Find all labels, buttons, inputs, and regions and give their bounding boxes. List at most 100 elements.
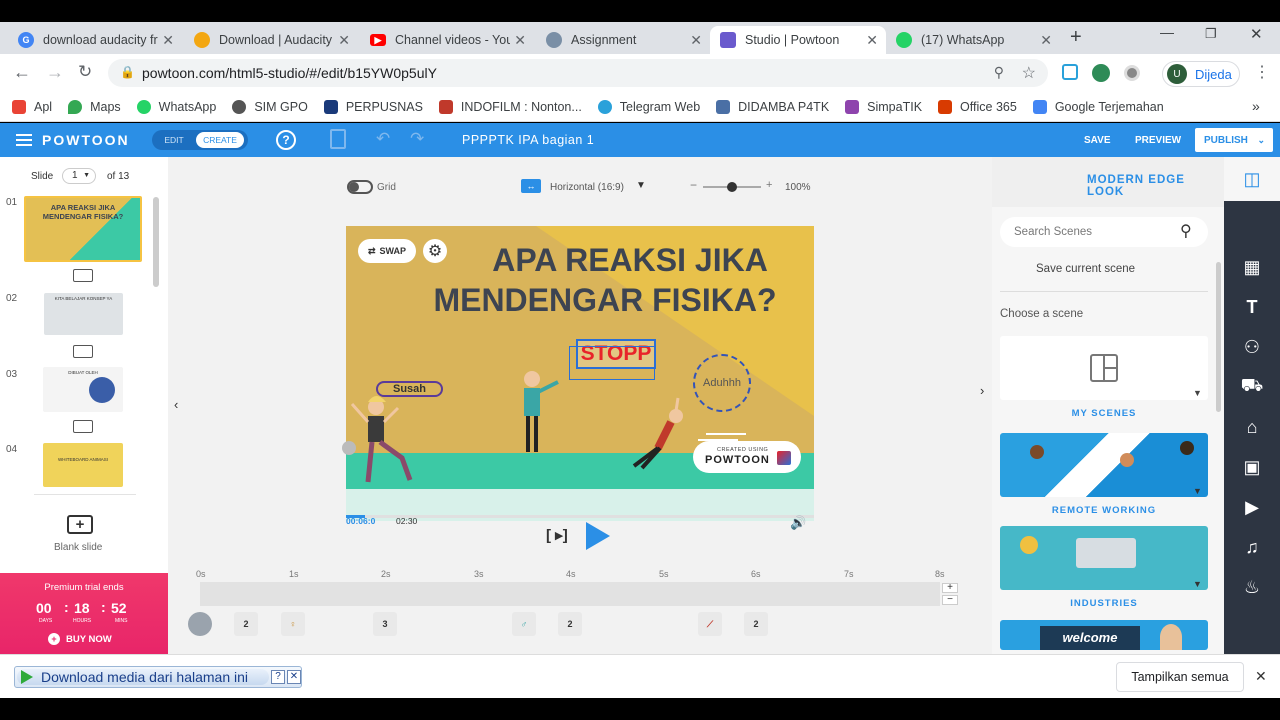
restore-button[interactable]: ❐ (1205, 26, 1217, 42)
close-icon[interactable]: ✕ (866, 32, 878, 49)
zoom-out-icon[interactable]: − (690, 178, 697, 192)
timeline-item-character[interactable]: ♀ (281, 612, 305, 636)
hamburger-menu-icon[interactable] (16, 134, 32, 146)
slide-thumbnail-2[interactable]: KITA BELAJAR KONSEP YA (44, 293, 123, 335)
slide-selector[interactable]: 1 ▼ (62, 168, 96, 184)
back-icon[interactable]: ← (13, 62, 31, 83)
publish-button[interactable]: PUBLISH ⌄ (1195, 128, 1273, 152)
forward-icon[interactable]: → (46, 62, 64, 83)
notes-icon[interactable] (330, 129, 346, 149)
play-icon[interactable] (586, 522, 610, 550)
close-icon[interactable]: ✕ (162, 32, 174, 49)
timeline-item[interactable]: 2 (744, 612, 768, 636)
zoom-slider[interactable] (703, 182, 761, 192)
characters-tool-icon[interactable]: ⚇ (1224, 327, 1280, 367)
scene-card-remote-working[interactable]: ▼ (1000, 433, 1208, 497)
slide-transition-icon[interactable] (73, 345, 93, 358)
bookmark-apps[interactable]: Apl (12, 99, 52, 114)
slide-transition-icon[interactable] (73, 420, 93, 433)
timeline-track[interactable] (200, 582, 940, 606)
play-slide-icon[interactable]: [ ▸] (546, 526, 568, 544)
timeline-item-character[interactable]: ♂ (512, 612, 536, 636)
save-button[interactable]: SAVE (1084, 135, 1111, 146)
kebab-menu-icon[interactable]: ⋮ (1254, 62, 1270, 82)
search-icon[interactable]: ⚲ (1180, 221, 1192, 241)
specials-tool-icon[interactable]: ♨ (1224, 567, 1280, 607)
bookmark-indofilm[interactable]: INDOFILM : Nonton... (438, 99, 582, 114)
close-icon[interactable]: ✕ (514, 32, 526, 49)
help-icon[interactable]: ? (271, 670, 285, 684)
slide-thumbnail-3[interactable]: DIBUAT OLEH (43, 367, 123, 412)
timeline-item-background[interactable] (188, 612, 212, 636)
timeline-zoom-out-button[interactable]: − (942, 595, 958, 605)
collapse-right-icon[interactable]: › (980, 383, 984, 398)
music-tool-icon[interactable]: ♫ (1224, 527, 1280, 567)
show-all-button[interactable]: Tampilkan semua (1116, 662, 1244, 692)
project-title[interactable]: PPPPTK IPA bagian 1 (462, 133, 594, 147)
mode-toggle[interactable]: EDIT CREATE (152, 130, 248, 150)
slide-transition-icon[interactable] (73, 269, 93, 282)
preview-button[interactable]: PREVIEW (1135, 135, 1181, 146)
redo-icon[interactable]: ↷ (410, 129, 424, 149)
scene-card-welcome[interactable]: welcome (1000, 620, 1208, 650)
download-media-button[interactable]: Download media dari halaman ini (17, 669, 269, 685)
backgrounds-tool-icon[interactable]: ▦ (1224, 247, 1280, 287)
add-slide-icon[interactable]: + (67, 515, 93, 534)
extension-circle-icon[interactable] (1124, 65, 1140, 81)
new-tab-button[interactable]: + (1070, 26, 1082, 49)
woman-character[interactable] (350, 396, 413, 483)
star-icon[interactable]: ☆ (1022, 63, 1036, 83)
blank-slide-button[interactable]: Blank slide (54, 542, 102, 553)
bookmark-didamba[interactable]: DIDAMBA P4TK (716, 99, 829, 114)
scrollbar[interactable] (1216, 262, 1221, 412)
timeline-zoom-in-button[interactable]: + (942, 583, 958, 593)
slide-stage[interactable]: ⇄ SWAP ⚙ APA REAKSI JIKA MENDENGAR FISIKA… (346, 226, 814, 489)
tab-powtoon[interactable]: Studio | Powtoon ✕ (710, 26, 886, 54)
minimize-button[interactable]: — (1160, 24, 1174, 40)
profile-button[interactable]: U Dijeda (1162, 61, 1240, 87)
caret-down-icon[interactable]: ▼ (636, 180, 646, 191)
man-character[interactable] (524, 371, 559, 452)
bookmark-perpusnas[interactable]: PERPUSNAS (323, 99, 423, 114)
falling-character[interactable] (632, 397, 683, 470)
close-icon[interactable]: ✕ (1255, 668, 1267, 685)
scenes-tool-icon[interactable]: ◫ (1224, 157, 1280, 201)
window-close-button[interactable]: ✕ (1250, 25, 1263, 43)
grid-toggle[interactable] (347, 180, 373, 194)
mode-edit[interactable]: EDIT (152, 135, 196, 145)
text-tool-icon[interactable]: T (1224, 287, 1280, 327)
scene-card-industries[interactable]: ▼ (1000, 526, 1208, 590)
bookmark-whatsapp[interactable]: WhatsApp (136, 99, 216, 114)
mode-create[interactable]: CREATE (196, 132, 244, 148)
more-bookmarks-icon[interactable]: » (1252, 98, 1260, 114)
close-icon[interactable]: ✕ (287, 670, 301, 684)
tab-youtube[interactable]: ▶ Channel videos - You ✕ (360, 26, 534, 54)
buy-now-button[interactable]: + BUY NOW (48, 633, 112, 645)
bookmark-maps[interactable]: Maps (68, 99, 121, 114)
tab-assignment[interactable]: Assignment ✕ (536, 26, 710, 54)
canvas-handle[interactable] (342, 441, 356, 455)
slide-thumbnail-1[interactable]: APA REAKSI JIKA MENDENGAR FISIKA? (24, 196, 142, 262)
save-current-scene-button[interactable]: Save current scene (1036, 263, 1135, 275)
video-tool-icon[interactable]: ▶ (1224, 487, 1280, 527)
bookmark-google-translate[interactable]: Google Terjemahan (1032, 99, 1164, 114)
help-icon[interactable]: ? (276, 130, 296, 150)
timeline-item[interactable]: 2 (234, 612, 258, 636)
bookmark-simpatik[interactable]: SimpaTIK (845, 99, 922, 114)
orientation-select[interactable]: Horizontal (16:9) (550, 182, 624, 193)
zoom-icon[interactable]: ⚲ (994, 64, 1004, 81)
zoom-slider-handle[interactable] (727, 182, 737, 192)
bookmark-telegram[interactable]: Telegram Web (597, 99, 700, 114)
url-bar[interactable]: 🔒 powtoon.com/html5-studio/#/edit/b15YW0… (108, 59, 1048, 87)
undo-icon[interactable]: ↶ (376, 129, 390, 149)
tab-google[interactable]: G download audacity fr ✕ (8, 26, 182, 54)
volume-icon[interactable]: 🔊 (790, 515, 806, 531)
images-tool-icon[interactable]: ▣ (1224, 447, 1280, 487)
timeline-item-character[interactable]: ⟋ (698, 612, 722, 636)
zoom-in-icon[interactable]: + (766, 179, 772, 191)
bookmark-office365[interactable]: Office 365 (938, 99, 1017, 114)
reload-icon[interactable]: ↻ (78, 62, 92, 82)
search-input[interactable]: Search Scenes ⚲ (1000, 217, 1208, 247)
timeline-item[interactable]: 3 (373, 612, 397, 636)
collapse-left-icon[interactable]: ‹ (174, 397, 178, 412)
